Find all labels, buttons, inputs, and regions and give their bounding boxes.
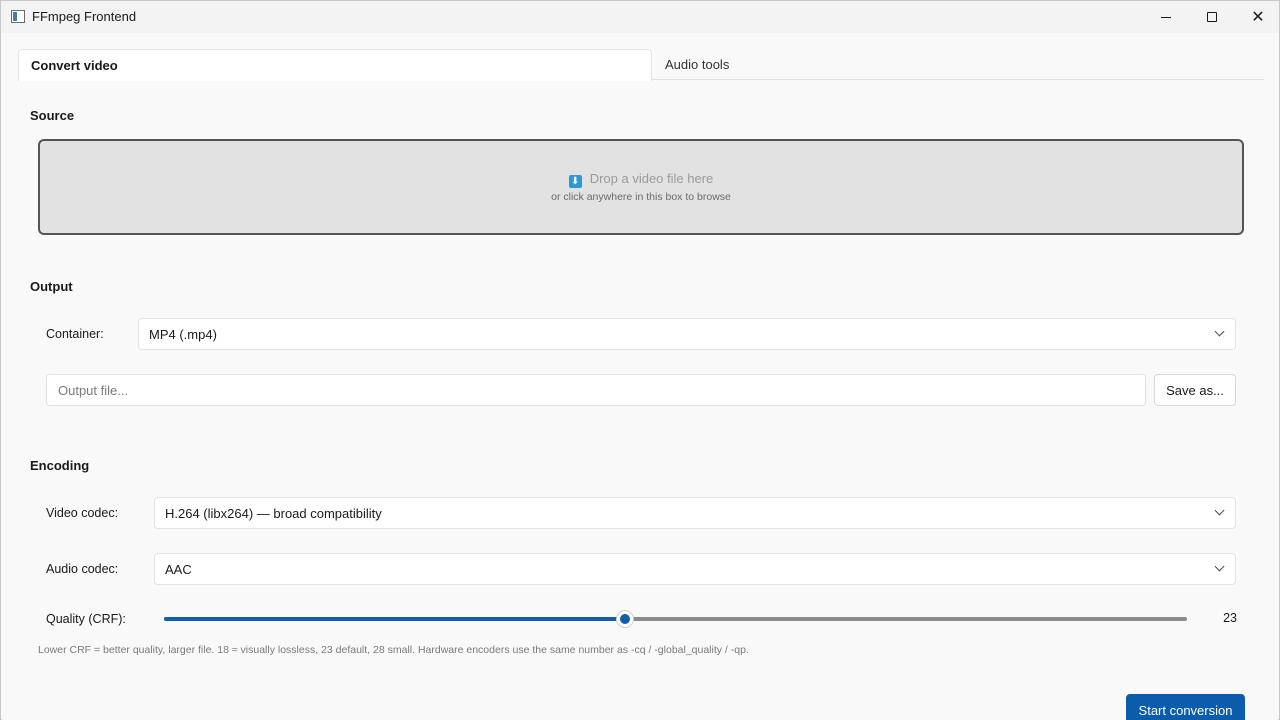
audio-codec-label: Audio codec:: [46, 562, 119, 576]
app-icon: [11, 10, 25, 23]
drop-zone[interactable]: ⬇ Drop a video file here or click anywher…: [38, 139, 1244, 235]
maximize-button[interactable]: [1189, 1, 1235, 33]
chevron-down-icon: [1214, 561, 1225, 572]
tab-convert-video[interactable]: Convert video: [18, 49, 652, 81]
container-label: Container:: [46, 327, 104, 341]
drop-zone-hint: or click anywhere in this box to browse: [551, 191, 731, 203]
container-select-value: MP4 (.mp4): [149, 327, 217, 342]
maximize-icon: [1207, 12, 1217, 22]
encoding-section-title: Encoding: [30, 458, 90, 473]
tab-audio-tools[interactable]: Audio tools: [652, 49, 741, 80]
title-bar[interactable]: FFmpeg Frontend ✕: [1, 1, 1279, 33]
tab-bar: Convert video Audio tools: [18, 49, 1264, 81]
source-section-title: Source: [30, 108, 75, 123]
quality-slider-fill: [164, 617, 626, 621]
minimize-icon: [1161, 16, 1171, 18]
app-window: FFmpeg Frontend ✕ Convert video Audio to…: [0, 0, 1280, 720]
quality-value: 23: [1223, 611, 1237, 625]
save-as-button[interactable]: Save as...: [1154, 374, 1236, 406]
chevron-down-icon: [1214, 326, 1225, 337]
video-codec-label: Video codec:: [46, 506, 119, 520]
output-section-title: Output: [30, 279, 73, 294]
start-conversion-button[interactable]: Start conversion: [1126, 694, 1245, 720]
audio-codec-select[interactable]: AAC: [154, 553, 1236, 585]
video-codec-select-value: H.264 (libx264) — broad compatibility: [165, 506, 382, 521]
drop-zone-text: Drop a video file here: [589, 171, 714, 186]
download-icon: ⬇: [568, 175, 582, 188]
window-title: FFmpeg Frontend: [32, 9, 137, 24]
container-select[interactable]: MP4 (.mp4): [138, 318, 1236, 350]
audio-codec-select-value: AAC: [165, 562, 192, 577]
drop-zone-message: ⬇ Drop a video file here: [40, 171, 1242, 188]
quality-slider-thumb[interactable]: [616, 610, 635, 628]
quality-slider[interactable]: [164, 610, 1187, 628]
video-codec-select[interactable]: H.264 (libx264) — broad compatibility: [154, 497, 1236, 529]
close-icon: ✕: [1251, 7, 1265, 26]
output-file-input[interactable]: [46, 374, 1146, 406]
close-button[interactable]: ✕: [1235, 1, 1280, 33]
chevron-down-icon: [1214, 505, 1225, 516]
quality-label: Quality (CRF):: [46, 612, 126, 626]
minimize-button[interactable]: [1143, 1, 1189, 33]
main-content: Convert video Audio tools Source ⬇ Drop a…: [2, 33, 1278, 720]
quality-hint: Lower CRF = better quality, larger file.…: [38, 644, 749, 656]
